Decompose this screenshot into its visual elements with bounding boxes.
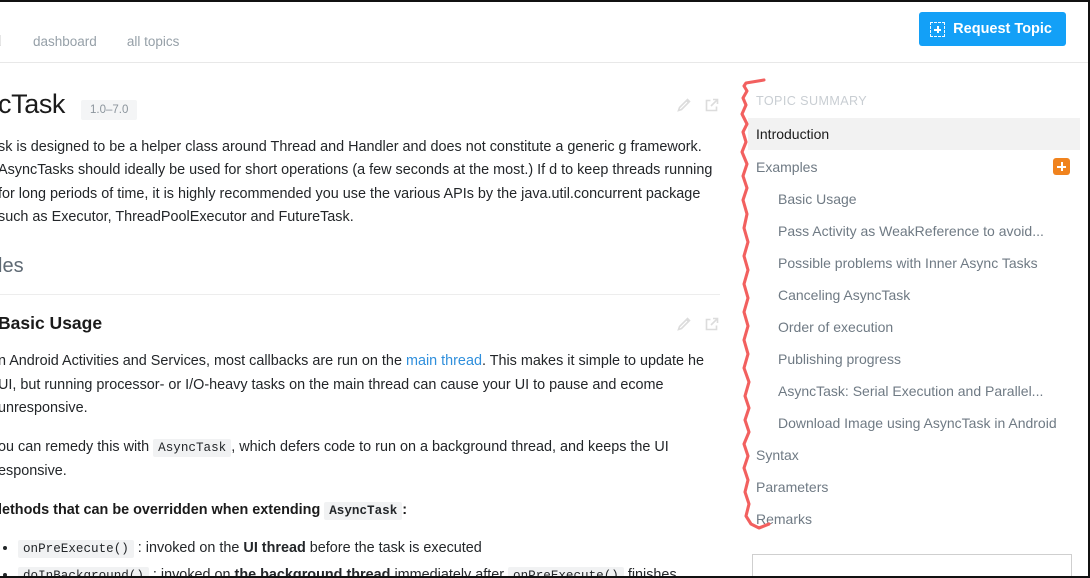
request-topic-button[interactable]: Request Topic <box>919 12 1066 46</box>
toc-item-order-of-execution[interactable]: Order of execution <box>748 311 1080 343</box>
toc-item-publishing-progress[interactable]: Publishing progress <box>748 343 1080 375</box>
nav-link-dashboard[interactable]: dashboard <box>33 34 97 49</box>
toc-item-introduction[interactable]: Introduction <box>748 118 1080 150</box>
version-badge: 1.0–7.0 <box>81 100 138 120</box>
site-logo[interactable]: d <box>0 33 1 50</box>
request-topic-label: Request Topic <box>953 21 1052 37</box>
external-link-icon[interactable] <box>704 97 720 113</box>
add-example-plus-icon[interactable] <box>1053 158 1070 175</box>
inline-code-asynctask-2: AsyncTask <box>324 501 403 520</box>
basic-p1-pre: n Android Activities and Services, most … <box>0 353 406 370</box>
toc-item-label: Pass Activity as WeakReference to avoid.… <box>778 223 1044 239</box>
article-title-row: cTask 1.0–7.0 <box>0 81 738 120</box>
methods-lead-pre: lethods that can be overridden when exte… <box>0 501 325 518</box>
nav-link-all-topics[interactable]: all topics <box>127 34 180 49</box>
add-dashed-plus-icon <box>930 21 946 37</box>
toc-item-parameters[interactable]: Parameters <box>748 471 1080 503</box>
method-pre: : invoked on <box>148 567 235 578</box>
nav-links: dashboard all topics <box>33 34 209 49</box>
method-post: immediately after <box>390 567 509 578</box>
toc-item-label: Basic Usage <box>778 191 857 207</box>
methods-lead-line: lethods that can be overridden when exte… <box>0 499 720 522</box>
introduction-paragraph: sk is designed to be a helper class arou… <box>0 139 713 225</box>
main-thread-link[interactable]: main thread <box>406 353 482 369</box>
toc-item-label: Introduction <box>756 126 830 142</box>
toc-item-possible-problems-with-inner-async-tasks[interactable]: Possible problems with Inner Async Tasks <box>748 247 1080 279</box>
pencil-icon[interactable] <box>676 97 692 113</box>
method-bold: the background thread <box>234 567 391 578</box>
method-code-2: onPreExecute() <box>508 567 624 576</box>
toc-item-pass-activity-as-weakreference-to-avoid[interactable]: Pass Activity as WeakReference to avoid.… <box>748 215 1080 247</box>
toc-item-canceling-asynctask[interactable]: Canceling AsyncTask <box>748 279 1080 311</box>
top-navigation-bar: d dashboard all topics Request Topic <box>0 2 1088 63</box>
toc-item-download-image-using-asynctask-in-android[interactable]: Download Image using AsyncTask in Androi… <box>748 407 1080 439</box>
toc-item-syntax[interactable]: Syntax <box>748 439 1080 471</box>
article-main-column: cTask 1.0–7.0 sk is designed to be a hel… <box>0 63 738 578</box>
toc-item-asynctask-serial-execution-and-parallel[interactable]: AsyncTask: Serial Execution and Parallel… <box>748 375 1080 407</box>
toc-item-label: Examples <box>756 158 818 175</box>
toc-item-examples[interactable]: Examples <box>748 150 1080 183</box>
toc-item-label: Parameters <box>756 479 829 495</box>
toc-item-remarks[interactable]: Remarks <box>748 503 1080 535</box>
examples-heading: les <box>0 255 24 278</box>
topic-summary-sidebar: TOPIC SUMMARY Introduction Examples Basic … <box>748 82 1080 535</box>
basic-usage-actions <box>676 316 720 332</box>
page-title: cTask <box>0 89 66 119</box>
basic-usage-heading-row: Basic Usage <box>0 313 720 334</box>
basic-usage-paragraph-2: ou can remedy this with AsyncTask, which… <box>0 436 720 483</box>
page-root: d dashboard all topics Request Topic cTa… <box>0 0 1090 578</box>
external-link-icon[interactable] <box>704 316 720 332</box>
pencil-icon[interactable] <box>676 316 692 332</box>
overridable-methods-list: onPreExecute() : invoked on the UI threa… <box>18 536 720 578</box>
inline-code-asynctask: AsyncTask <box>153 439 232 458</box>
toc-item-label: Possible problems with Inner Async Tasks <box>778 255 1038 271</box>
basic-usage-paragraph-1: n Android Activities and Services, most … <box>0 350 720 420</box>
list-item: doInBackground() : invoked on the backgr… <box>18 563 720 578</box>
method-code: onPreExecute() <box>18 540 134 559</box>
toc-item-basic-usage[interactable]: Basic Usage <box>748 183 1080 215</box>
toc-item-label: Download Image using AsyncTask in Androi… <box>778 415 1057 431</box>
method-code: doInBackground() <box>18 567 149 576</box>
article-title-actions <box>676 93 720 113</box>
topic-summary-list: Introduction Examples Basic Usage Pass Acti… <box>748 118 1080 535</box>
toc-item-label: Publishing progress <box>778 351 901 367</box>
basic-usage-heading: Basic Usage <box>0 313 103 334</box>
method-bold: UI thread <box>243 540 306 557</box>
toc-item-label: Order of execution <box>778 319 894 335</box>
list-item: onPreExecute() : invoked on the UI threa… <box>18 536 720 561</box>
toc-item-label: AsyncTask: Serial Execution and Parallel… <box>778 383 1044 399</box>
section-divider <box>0 294 720 296</box>
advertisement-banner[interactable]: Microsoft Azure Microsoft <box>752 554 1072 576</box>
topic-summary-label: TOPIC SUMMARY <box>756 94 868 108</box>
toc-item-label: Canceling AsyncTask <box>778 287 911 303</box>
method-post: before the task is executed <box>305 540 482 557</box>
toc-item-label: Syntax <box>756 447 799 463</box>
toc-item-label: Remarks <box>756 511 813 527</box>
methods-lead-post: : <box>402 501 408 518</box>
method-pre: : invoked on the <box>133 540 244 557</box>
basic-p2-pre: ou can remedy this with <box>0 439 154 456</box>
